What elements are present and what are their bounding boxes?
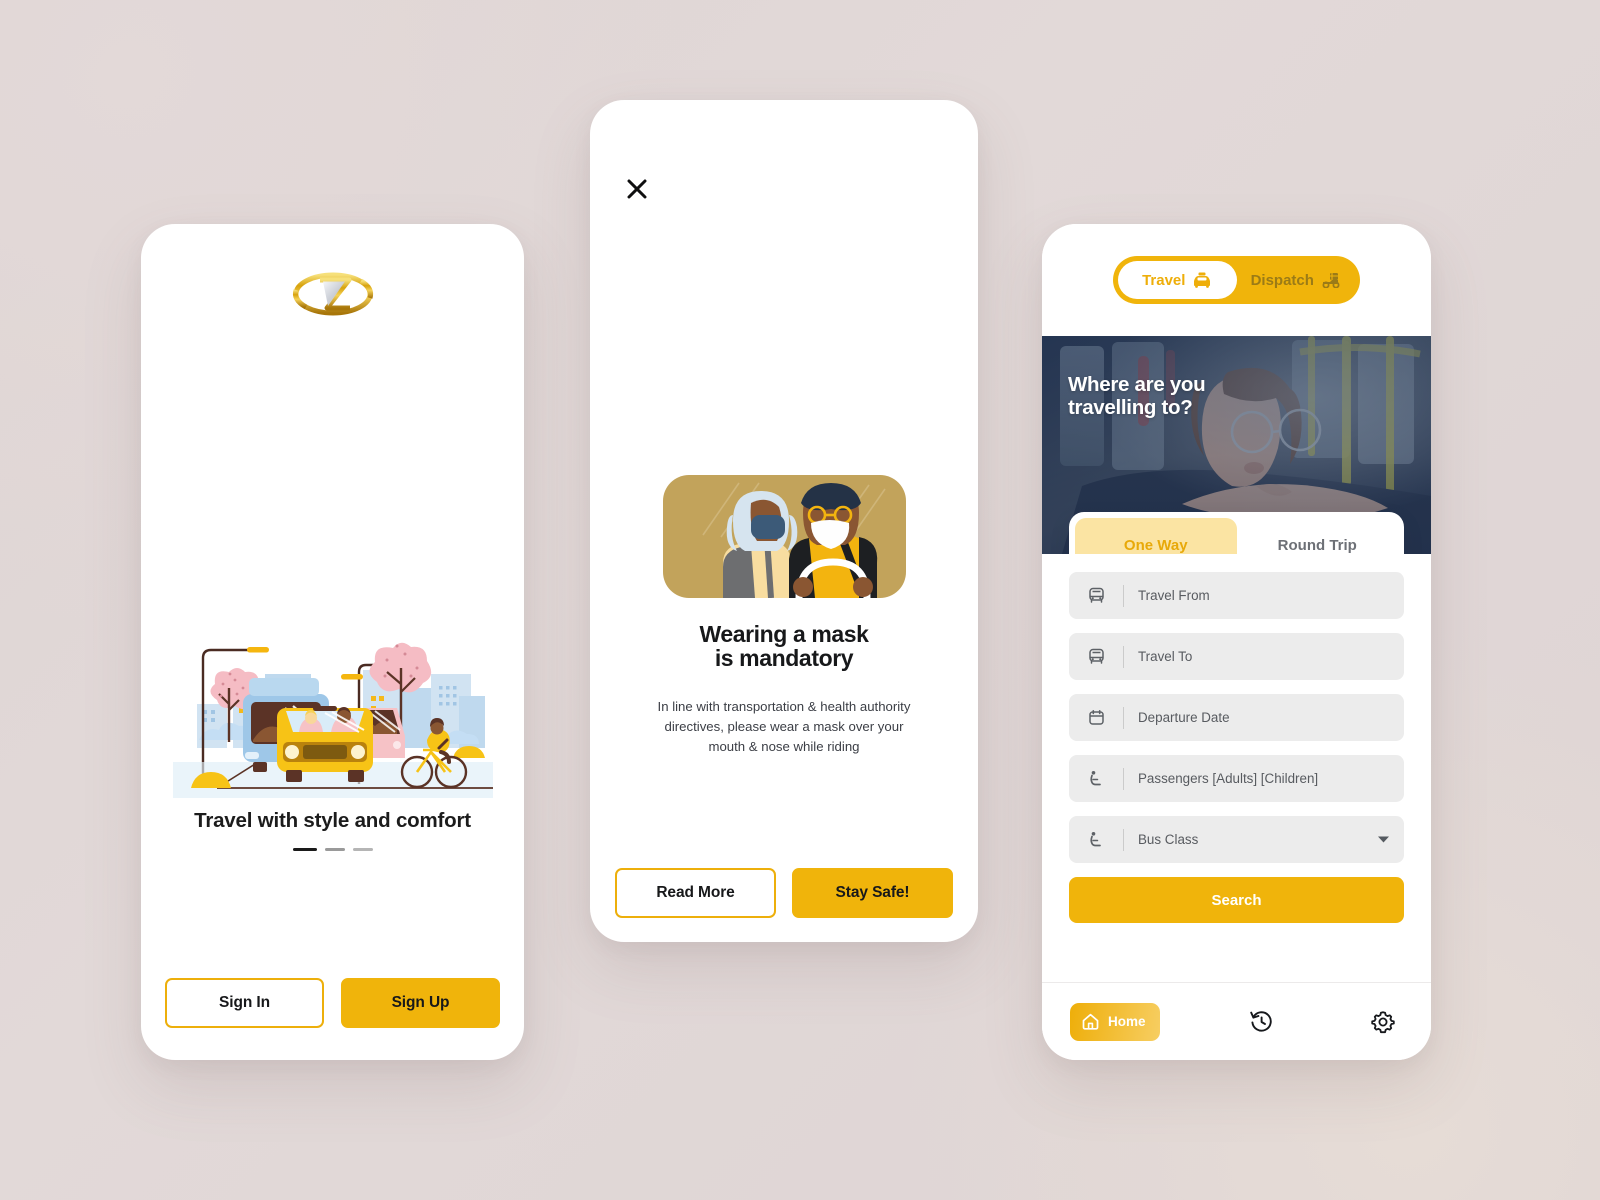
field-divider <box>1123 828 1124 851</box>
mode-toggle[interactable]: Travel Dispatch <box>1113 256 1360 304</box>
mask-illustration <box>590 475 978 598</box>
sign-in-button[interactable]: Sign In <box>165 978 324 1028</box>
city-traffic-illustration <box>141 612 524 798</box>
bus-icon <box>1083 648 1109 665</box>
page-body-text: In line with transportation & health aut… <box>657 699 911 755</box>
page-title: Wearing a mask is mandatory <box>590 622 978 670</box>
seat-icon <box>1083 770 1109 787</box>
app-header: Travel Dispatch <box>1042 224 1431 336</box>
close-button[interactable] <box>620 172 654 206</box>
nav-item-home-label: Home <box>1108 1014 1146 1029</box>
departure-date-label: Departure Date <box>1138 710 1230 725</box>
passengers-label: Passengers [Adults] [Children] <box>1138 771 1319 786</box>
phone-screen-trip-search: Travel Dispatch Where are you travelling… <box>1042 224 1431 1060</box>
canvas: Travel with style and comfort Sign In Si… <box>0 0 1600 1200</box>
hero-title-line-1: Where are you <box>1068 373 1206 396</box>
chevron-down-icon[interactable] <box>1377 831 1390 849</box>
mode-toggle-dispatch[interactable]: Dispatch <box>1237 261 1356 299</box>
departure-date-field[interactable]: Departure Date <box>1069 694 1404 741</box>
page-title-line-2: is mandatory <box>714 645 854 672</box>
close-icon <box>627 179 647 199</box>
hero-title-line-2: travelling to? <box>1068 395 1193 419</box>
pagination-dot-2[interactable] <box>324 848 345 851</box>
travel-to-label: Travel To <box>1138 649 1193 664</box>
notice-actions: Read More Stay Safe! <box>615 868 953 918</box>
pagination-dot-1[interactable] <box>292 848 317 851</box>
taxi-icon <box>1194 272 1211 288</box>
travel-from-label: Travel From <box>1138 588 1210 603</box>
pagination-dot-3[interactable] <box>352 848 373 851</box>
mode-toggle-travel[interactable]: Travel <box>1118 261 1237 299</box>
bus-class-field[interactable]: Bus Class <box>1069 816 1404 863</box>
trip-search-form: Travel From Travel To Departure Date Pas… <box>1069 572 1404 923</box>
calendar-icon <box>1083 709 1109 726</box>
bus-class-label: Bus Class <box>1138 832 1199 847</box>
seat-icon <box>1083 831 1109 848</box>
phone-screen-mask-notice: Wearing a mask is mandatory In line with… <box>590 100 978 942</box>
trip-type-round-trip[interactable]: Round Trip <box>1237 518 1399 554</box>
sign-up-button[interactable]: Sign Up <box>341 978 500 1028</box>
gear-icon <box>1371 1010 1395 1033</box>
mask-illustration-svg <box>662 475 906 598</box>
field-divider <box>1123 767 1124 790</box>
field-divider <box>1123 584 1124 607</box>
field-divider <box>1123 706 1124 729</box>
mode-toggle-travel-label: Travel <box>1142 271 1186 289</box>
nav-item-home[interactable]: Home <box>1070 1002 1160 1041</box>
hero-title: Where are you travelling to? <box>1068 373 1206 420</box>
city-traffic-illustration-svg <box>172 642 493 798</box>
nav-item-history[interactable] <box>1241 1002 1281 1042</box>
phone-screen-onboarding: Travel with style and comfort Sign In Si… <box>141 224 524 1060</box>
search-button[interactable]: Search <box>1069 877 1404 923</box>
history-icon <box>1250 1011 1272 1032</box>
trip-type-one-way[interactable]: One Way <box>1075 518 1237 554</box>
pagination-indicator[interactable] <box>141 848 524 851</box>
auth-actions: Sign In Sign Up <box>165 978 500 1028</box>
bus-icon <box>1083 587 1109 604</box>
travel-from-field[interactable]: Travel From <box>1069 572 1404 619</box>
hero-banner: Where are you travelling to? One Way Rou… <box>1042 336 1431 554</box>
page-title: Travel with style and comfort <box>194 809 471 832</box>
home-icon <box>1082 1013 1099 1030</box>
page-title-line-1: Wearing a mask <box>699 621 869 647</box>
nav-item-settings[interactable] <box>1363 1002 1403 1042</box>
trip-type-selector[interactable]: One Way Round Trip <box>1069 512 1404 554</box>
brand-logo <box>141 268 524 320</box>
delivery-scooter-icon <box>1322 273 1340 288</box>
brand-logo-icon <box>292 272 373 316</box>
stay-safe-button[interactable]: Stay Safe! <box>792 868 953 918</box>
read-more-button[interactable]: Read More <box>615 868 776 918</box>
mode-toggle-dispatch-label: Dispatch <box>1250 271 1314 289</box>
travel-to-field[interactable]: Travel To <box>1069 633 1404 680</box>
field-divider <box>1123 645 1124 668</box>
bottom-navigation: Home <box>1042 982 1431 1060</box>
passengers-field[interactable]: Passengers [Adults] [Children] <box>1069 755 1404 802</box>
